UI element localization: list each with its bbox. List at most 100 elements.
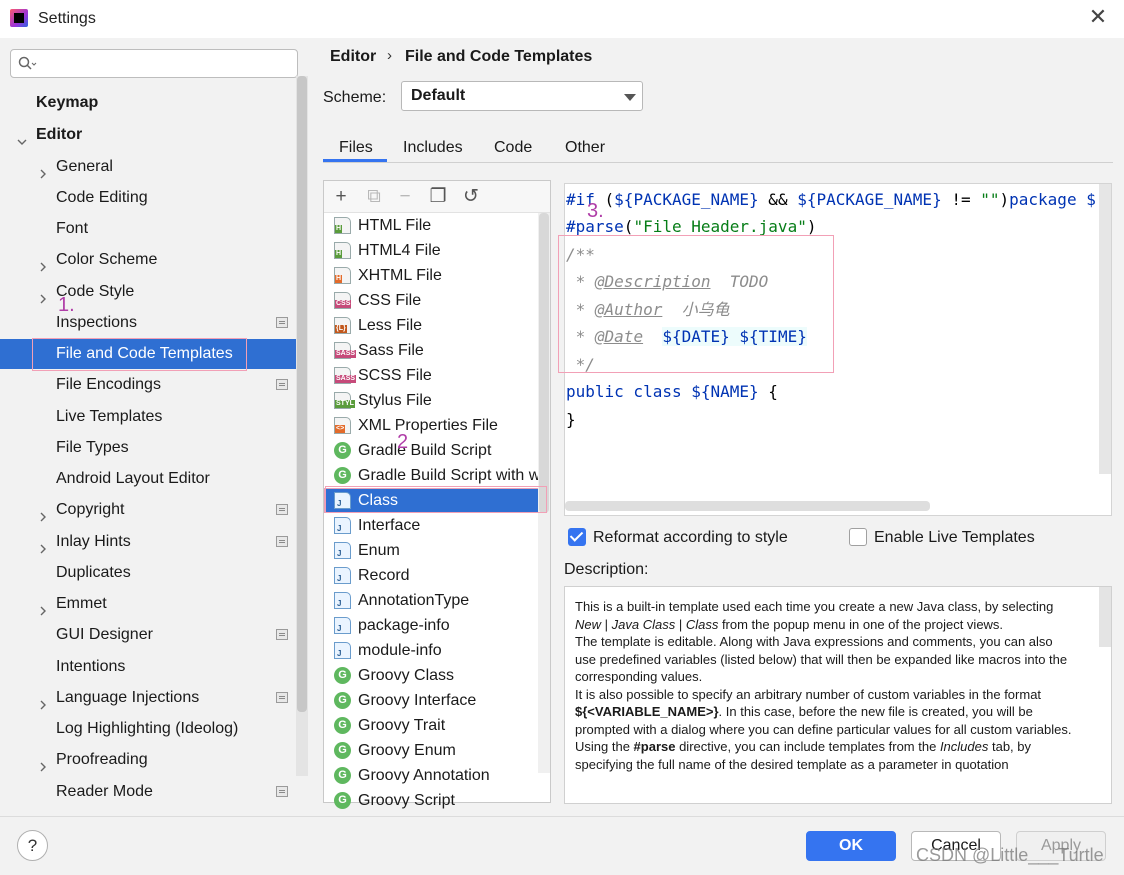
template-list-item[interactable]: H HTML File (324, 213, 550, 238)
template-list-item[interactable]: Record (324, 563, 550, 588)
remove-icon[interactable]: − (395, 187, 415, 207)
sidebar-item-label: Copyright (56, 501, 125, 518)
search-input[interactable] (10, 49, 298, 78)
add-child-icon[interactable]: ⧉ (364, 187, 384, 207)
template-list-item[interactable]: G Groovy Enum (324, 738, 550, 763)
template-list-item[interactable]: G Gradle Build Script (324, 438, 550, 463)
sidebar-item-label: File Types (56, 439, 129, 456)
sidebar-item[interactable]: Reader Mode (0, 777, 300, 807)
template-list-item[interactable]: <> XML Properties File (324, 413, 550, 438)
sidebar-item[interactable]: Font (0, 214, 300, 244)
template-list-item[interactable]: G Groovy Class (324, 663, 550, 688)
breadcrumb-parent[interactable]: Editor (330, 48, 376, 66)
template-list-item[interactable]: G Groovy Annotation (324, 763, 550, 788)
chevron-right-icon[interactable] (37, 598, 49, 616)
chevron-right-icon[interactable] (37, 254, 49, 272)
template-list-item[interactable]: {L} Less File (324, 313, 550, 338)
reformat-label[interactable]: Reformat according to style (593, 529, 788, 547)
add-icon[interactable]: + (331, 187, 351, 207)
template-list-item[interactable]: Enum (324, 538, 550, 563)
chevron-right-icon[interactable] (37, 754, 49, 772)
tab-other[interactable]: Other (565, 139, 605, 157)
sidebar-item[interactable]: File Encodings (0, 370, 300, 400)
sidebar-item[interactable]: Android Layout Editor (0, 464, 300, 494)
live-templates-label[interactable]: Enable Live Templates (874, 529, 1035, 547)
sidebar-item[interactable]: Copyright (0, 495, 300, 525)
template-list-item[interactable]: H HTML4 File (324, 238, 550, 263)
sidebar-item-label: Keymap (36, 94, 99, 111)
template-list-item[interactable]: SASS SCSS File (324, 363, 550, 388)
sidebar-item[interactable]: Code Editing (0, 183, 300, 213)
sidebar-item[interactable]: Log Highlighting (Ideolog) (0, 714, 300, 744)
live-templates-checkbox[interactable] (849, 528, 867, 546)
chevron-right-icon[interactable] (37, 692, 49, 710)
template-list-item[interactable]: module-info (324, 638, 550, 663)
page-title: File and Code Templates (405, 48, 593, 65)
template-list-item-label: module-info (358, 642, 442, 659)
template-list-item[interactable]: CSS CSS File (324, 288, 550, 313)
template-list-item[interactable]: package-info (324, 613, 550, 638)
java-record-icon (334, 567, 351, 584)
chevron-down-icon[interactable] (16, 129, 28, 145)
sidebar-item[interactable]: Intentions (0, 652, 300, 682)
chevron-right-icon[interactable] (37, 536, 49, 554)
sidebar-item[interactable]: Keymap (0, 88, 300, 118)
sidebar-item[interactable]: Inlay Hints (0, 527, 300, 557)
template-list-item-label: Gradle Build Script (358, 442, 492, 459)
help-button[interactable]: ? (17, 830, 48, 861)
sidebar-item[interactable]: Color Scheme (0, 245, 300, 275)
reset-icon[interactable]: ↺ (461, 187, 481, 207)
template-list-item-label: HTML4 File (358, 242, 441, 259)
template-list-item[interactable]: G Groovy Script (324, 788, 550, 813)
search-icon (18, 56, 37, 70)
sidebar-item[interactable]: Live Templates (0, 402, 300, 432)
template-list-item[interactable]: STYL Stylus File (324, 388, 550, 413)
template-list-scroll-thumb[interactable] (539, 213, 549, 513)
tab-includes[interactable]: Includes (403, 139, 463, 157)
java-enum-icon (334, 542, 351, 559)
template-list-item[interactable]: G Gradle Build Script with wr (324, 463, 550, 488)
chevron-right-icon[interactable] (37, 504, 49, 522)
template-list-item[interactable]: SASS Sass File (324, 338, 550, 363)
less-file-icon: {L} (334, 317, 351, 334)
sidebar-item[interactable]: Proofreading (0, 745, 300, 775)
template-list-item[interactable]: Interface (324, 513, 550, 538)
description-fragment: It is also possible to specify an arbitr… (575, 686, 1042, 702)
settings-sidebar: Keymap Editor General Code Editing Font Color… (0, 38, 308, 816)
description-scrollbar[interactable] (1099, 587, 1111, 647)
sidebar-item[interactable]: Code Style (0, 277, 300, 307)
tab-files[interactable]: Files (339, 139, 373, 157)
code-token: { (758, 382, 778, 401)
template-list-item[interactable]: G Groovy Interface (324, 688, 550, 713)
copy-icon[interactable]: ❐ (428, 187, 448, 207)
sidebar-item[interactable]: Editor (0, 120, 300, 150)
sidebar-item[interactable]: Emmet (0, 589, 300, 619)
editor-horizontal-scrollbar[interactable] (565, 501, 930, 511)
description-text: This is a built-in template used each ti… (575, 598, 1075, 773)
chevron-right-icon[interactable] (37, 161, 49, 179)
sidebar-item[interactable]: GUI Designer (0, 620, 300, 650)
sidebar-scroll-thumb[interactable] (297, 76, 307, 712)
sidebar-item[interactable]: Inspections (0, 308, 300, 338)
template-list-item[interactable]: AnnotationType (324, 588, 550, 613)
sidebar-item[interactable]: File Types (0, 433, 300, 463)
template-list-item-label: CSS File (358, 292, 422, 309)
tab-code[interactable]: Code (494, 139, 532, 157)
scheme-dropdown[interactable]: Default (401, 81, 643, 111)
editor-vertical-scrollbar[interactable] (1099, 184, 1111, 474)
annotation-step-2: 2 (397, 431, 409, 453)
template-list-item[interactable]: H XHTML File (324, 263, 550, 288)
ok-button[interactable]: OK (806, 831, 896, 861)
template-list-item[interactable]: G Groovy Trait (324, 713, 550, 738)
sidebar-item-label: Font (56, 220, 89, 237)
chevron-right-icon[interactable] (37, 286, 49, 304)
close-icon[interactable]: ✕ (1086, 5, 1110, 29)
sidebar-item[interactable]: General (0, 152, 300, 182)
description-fragment: Using the (575, 739, 634, 754)
reformat-checkbox[interactable] (568, 528, 586, 546)
sidebar-item[interactable]: Language Injections (0, 683, 300, 713)
template-list-item-label: XHTML File (358, 267, 442, 284)
file-type-tag: SASS (335, 375, 357, 383)
sidebar-item-label: File Encodings (56, 376, 161, 393)
sidebar-item[interactable]: Duplicates (0, 558, 300, 588)
